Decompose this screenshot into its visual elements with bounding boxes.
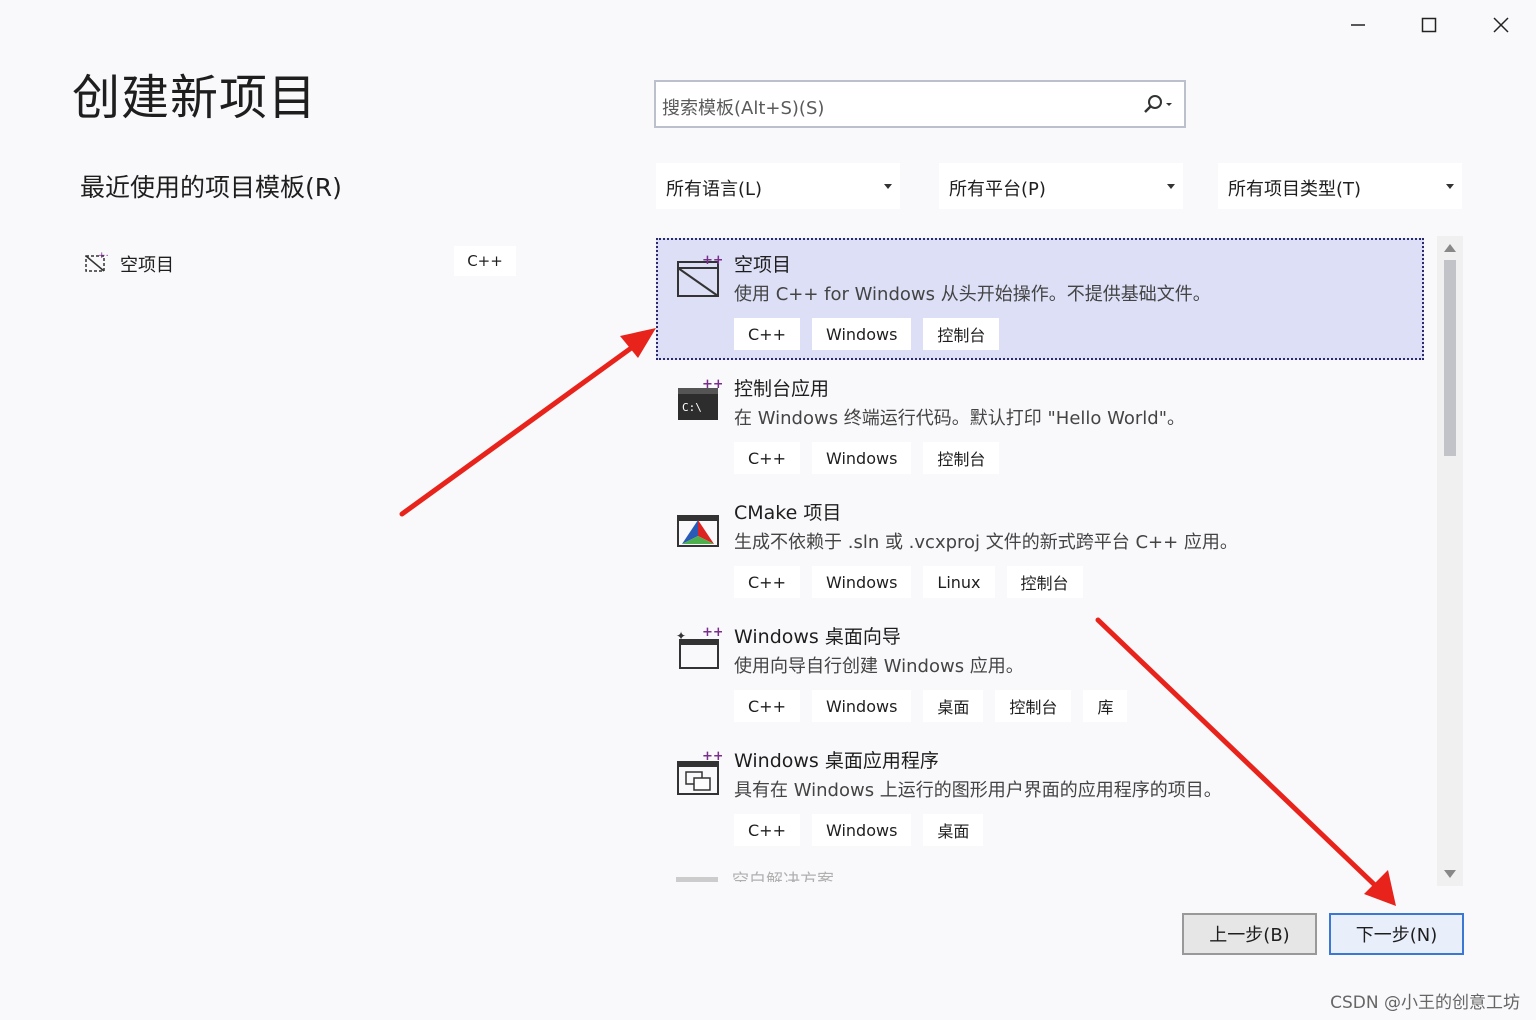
close-icon — [1493, 17, 1509, 33]
template-tag: C++ — [734, 690, 800, 722]
watermark: CSDN @小王的创意工坊 — [1330, 993, 1520, 1013]
chevron-down-icon — [884, 184, 892, 189]
template-tag: 桌面 — [923, 690, 984, 722]
page-title: 创建新项目 — [72, 70, 318, 126]
minimize-icon — [1351, 24, 1365, 26]
template-description: 在 Windows 终端运行代码。默认打印 "Hello World"。 — [734, 408, 1186, 429]
recent-templates-heading: 最近使用的项目模板(R) — [80, 173, 342, 202]
language-filter-label: 所有语言(L) — [666, 179, 763, 200]
template-tag: Windows — [811, 566, 912, 598]
scroll-up-icon[interactable] — [1444, 244, 1456, 252]
template-tag: Linux — [923, 566, 995, 598]
template-item-console-app[interactable]: C:\ ++ 控制台应用 在 Windows 终端运行代码。默认打印 "Hello… — [656, 362, 1424, 484]
console-app-icon: C:\ ++ — [676, 377, 724, 428]
empty-project-icon: ++ — [676, 253, 724, 304]
minimize-button[interactable] — [1338, 8, 1378, 42]
scrollbar-thumb[interactable] — [1444, 260, 1456, 456]
template-name: 控制台应用 — [734, 378, 830, 400]
template-tag: C++ — [734, 318, 800, 350]
cmake-icon — [676, 502, 722, 552]
blank-solution-icon — [676, 877, 718, 882]
template-tag: 控制台 — [995, 690, 1072, 722]
template-item-empty-project[interactable]: ++ 空项目 使用 C++ for Windows 从头开始操作。不提供基础文件… — [656, 238, 1424, 360]
template-item-desktop-app[interactable]: ++ Windows 桌面应用程序 具有在 Windows 上运行的图形用户界面… — [656, 734, 1424, 856]
platform-filter-dropdown[interactable]: 所有平台(P) — [939, 163, 1183, 209]
scroll-down-icon[interactable] — [1444, 870, 1456, 878]
template-tag: 桌面 — [923, 814, 984, 846]
language-filter-dropdown[interactable]: 所有语言(L) — [656, 163, 900, 209]
template-tag: Windows — [811, 814, 912, 846]
template-description: 使用向导自行创建 Windows 应用。 — [734, 656, 1024, 677]
svg-text:++: ++ — [702, 378, 722, 392]
maximize-icon — [1421, 17, 1437, 33]
annotation-arrow-to-empty-project — [399, 328, 656, 517]
template-name: 空白解决方案 — [732, 871, 834, 882]
template-description: 生成不依赖于 .sln 或 .vcxproj 文件的新式跨平台 C++ 应用。 — [734, 532, 1238, 553]
template-list-scrollbar[interactable] — [1437, 236, 1463, 886]
template-tag: Windows — [811, 690, 912, 722]
template-tag: 库 — [1083, 690, 1128, 722]
search-input[interactable]: 搜索模板(Alt+S)(S) — [654, 80, 1186, 128]
recent-item-tag: C++ — [454, 246, 516, 276]
search-placeholder: 搜索模板(Alt+S)(S) — [662, 98, 825, 119]
close-button[interactable] — [1481, 8, 1521, 42]
template-item-cmake-project[interactable]: CMake 项目 生成不依赖于 .sln 或 .vcxproj 文件的新式跨平台… — [656, 486, 1424, 608]
template-tag: C++ — [734, 566, 800, 598]
svg-text:++: ++ — [702, 626, 722, 640]
template-tag: Windows — [811, 442, 912, 474]
empty-project-icon: ++ — [84, 250, 113, 278]
chevron-down-icon — [1167, 184, 1175, 189]
platform-filter-label: 所有平台(P) — [949, 179, 1046, 200]
template-item-desktop-wizard[interactable]: ✦ ++ Windows 桌面向导 使用向导自行创建 Windows 应用。 C+… — [656, 610, 1424, 732]
svg-text:++: ++ — [702, 750, 722, 764]
svg-text:++: ++ — [98, 251, 108, 261]
maximize-button[interactable] — [1409, 8, 1449, 42]
search-icon[interactable] — [1142, 94, 1176, 120]
recent-item-label: 空项目 — [120, 255, 174, 276]
recent-item-empty-project[interactable]: ++ 空项目 C++ — [80, 244, 520, 282]
template-description: 具有在 Windows 上运行的图形用户界面的应用程序的项目。 — [734, 780, 1222, 801]
template-name: CMake 项目 — [734, 502, 842, 524]
template-tag: C++ — [734, 814, 800, 846]
project-type-filter-dropdown[interactable]: 所有项目类型(T) — [1218, 163, 1462, 209]
svg-text:✦: ✦ — [676, 629, 686, 643]
desktop-app-icon: ++ — [676, 749, 724, 800]
back-button[interactable]: 上一步(B) — [1182, 913, 1317, 955]
svg-text:C:\: C:\ — [682, 401, 702, 414]
project-type-filter-label: 所有项目类型(T) — [1228, 179, 1362, 200]
next-button[interactable]: 下一步(N) — [1329, 913, 1464, 955]
template-tag: 控制台 — [923, 442, 1000, 474]
template-tag: C++ — [734, 442, 800, 474]
template-tag: 控制台 — [1006, 566, 1083, 598]
svg-text:++: ++ — [702, 254, 722, 268]
template-tag: 控制台 — [923, 318, 1000, 350]
template-list: ++ 空项目 使用 C++ for Windows 从头开始操作。不提供基础文件… — [656, 236, 1428, 882]
desktop-wizard-icon: ✦ ++ — [676, 625, 724, 676]
chevron-down-icon — [1446, 184, 1454, 189]
template-item-blank-solution-partial[interactable]: 空白解决方案 — [676, 866, 834, 882]
template-name: Windows 桌面应用程序 — [734, 750, 939, 772]
template-tag: Windows — [811, 318, 912, 350]
template-name: 空项目 — [734, 254, 792, 276]
template-description: 使用 C++ for Windows 从头开始操作。不提供基础文件。 — [734, 284, 1211, 305]
template-name: Windows 桌面向导 — [734, 626, 901, 648]
